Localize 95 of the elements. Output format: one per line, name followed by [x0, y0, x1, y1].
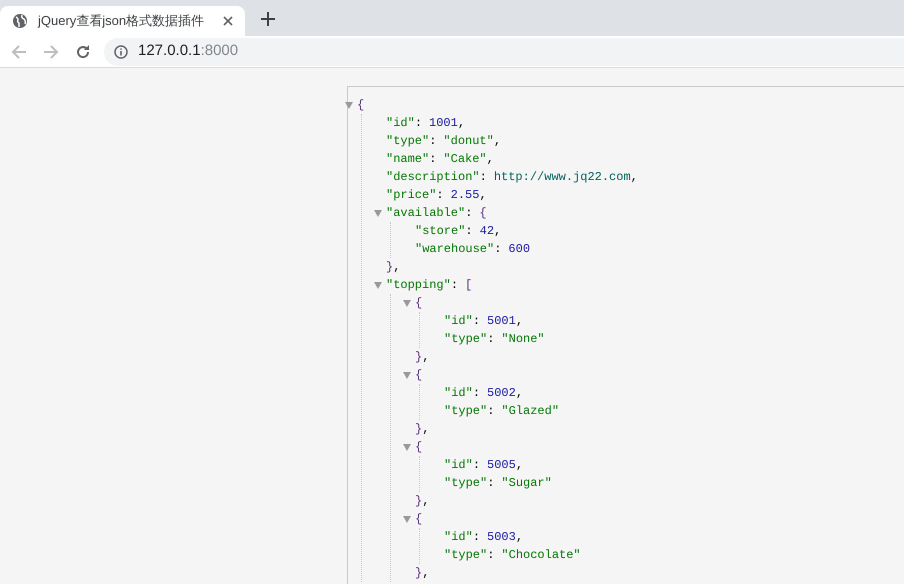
colon: : — [494, 241, 502, 258]
collapse-triangle-icon[interactable] — [403, 300, 411, 306]
reload-icon[interactable] — [75, 44, 91, 60]
colon: : — [487, 403, 494, 420]
close-bracket: } — [415, 493, 422, 510]
number-value: 5001 — [487, 313, 516, 330]
number-value: 5005 — [487, 457, 516, 474]
globe-icon — [12, 13, 28, 29]
json-key: "type" — [444, 402, 488, 420]
colon: : — [472, 529, 480, 546]
colon: : — [465, 223, 473, 240]
close-icon[interactable] — [223, 16, 233, 26]
string-value: "donut" — [443, 133, 494, 150]
colon: : — [450, 277, 458, 294]
open-bracket: [ — [465, 277, 472, 294]
close-bracket: } — [415, 421, 422, 438]
collapse-triangle-icon[interactable] — [403, 372, 411, 378]
open-bracket: { — [357, 97, 364, 114]
open-bracket: { — [415, 367, 422, 384]
comma: , — [516, 529, 524, 546]
colon: : — [472, 313, 480, 330]
comma: , — [516, 457, 524, 474]
close-bracket: } — [415, 565, 422, 582]
url-value[interactable]: http://www.jq22.com — [494, 168, 631, 186]
forward-arrow-icon[interactable] — [43, 44, 59, 60]
address-bar[interactable]: 127.0.0.1:8000 — [104, 38, 904, 66]
string-value: "Chocolate" — [501, 547, 581, 564]
json-key: "name" — [386, 150, 430, 168]
colon: : — [472, 457, 480, 474]
number-value: 1001 — [429, 115, 458, 132]
string-value: "Cake" — [443, 151, 487, 168]
number-value: 600 — [508, 241, 530, 258]
string-value: "None" — [501, 331, 545, 348]
colon: : — [487, 331, 494, 348]
json-key: "id" — [444, 384, 473, 402]
number-value: 2.55 — [450, 187, 480, 204]
collapse-triangle-icon[interactable] — [403, 516, 411, 522]
browser-tab[interactable]: jQuery查看json格式数据插件 — [0, 6, 245, 36]
url-host: 127.0.0.1 — [138, 41, 201, 62]
comma: , — [494, 133, 502, 150]
colon: : — [429, 133, 436, 150]
collapse-triangle-icon[interactable] — [345, 102, 353, 108]
json-key: "id" — [444, 456, 473, 474]
comma: , — [516, 385, 524, 402]
json-key: "id" — [444, 528, 473, 546]
json-key: "store" — [415, 222, 466, 240]
json-key: "id" — [444, 312, 473, 330]
comma: , — [393, 259, 400, 276]
comma: , — [422, 493, 430, 510]
comma: , — [516, 313, 524, 330]
new-tab-icon[interactable] — [261, 12, 275, 26]
back-arrow-icon[interactable] — [11, 44, 27, 60]
number-value: 5002 — [487, 385, 516, 402]
close-bracket: } — [415, 349, 422, 366]
comma: , — [486, 151, 494, 168]
comma: , — [422, 349, 430, 366]
string-value: "Glazed" — [501, 403, 560, 420]
colon: : — [414, 115, 422, 132]
close-bracket: } — [386, 259, 394, 276]
comma: , — [630, 169, 638, 186]
url-port: :8000 — [200, 41, 238, 62]
json-key: "type" — [444, 330, 488, 348]
json-key: "type" — [444, 546, 488, 564]
open-bracket: { — [415, 295, 422, 312]
colon: : — [472, 385, 480, 402]
json-key: "description" — [386, 168, 480, 186]
colon: : — [436, 187, 444, 204]
comma: , — [494, 223, 502, 240]
colon: : — [480, 169, 487, 186]
open-bracket: { — [415, 439, 422, 456]
open-bracket: { — [479, 205, 487, 222]
comma: , — [422, 421, 430, 438]
string-value: "Sugar" — [501, 475, 552, 492]
collapse-triangle-icon[interactable] — [374, 210, 382, 216]
colon: : — [487, 547, 494, 564]
json-key: "price" — [386, 186, 436, 204]
json-key: "warehouse" — [415, 240, 494, 258]
json-key: "id" — [386, 114, 415, 132]
colon: : — [429, 151, 436, 168]
info-icon[interactable] — [114, 44, 128, 58]
collapse-triangle-icon[interactable] — [374, 282, 382, 288]
colon: : — [465, 205, 472, 222]
json-key: "type" — [386, 132, 430, 150]
comma: , — [422, 565, 430, 582]
comma: , — [458, 115, 466, 132]
open-bracket: { — [415, 511, 422, 528]
tab-title: jQuery查看json格式数据插件 — [38, 12, 206, 30]
json-key: "type" — [444, 474, 488, 492]
json-key: "topping" — [386, 276, 451, 294]
json-key: "available" — [386, 204, 466, 222]
colon: : — [487, 475, 494, 492]
number-value: 42 — [480, 223, 494, 240]
number-value: 5003 — [487, 529, 516, 546]
collapse-triangle-icon[interactable] — [403, 444, 411, 450]
comma: , — [479, 187, 487, 204]
